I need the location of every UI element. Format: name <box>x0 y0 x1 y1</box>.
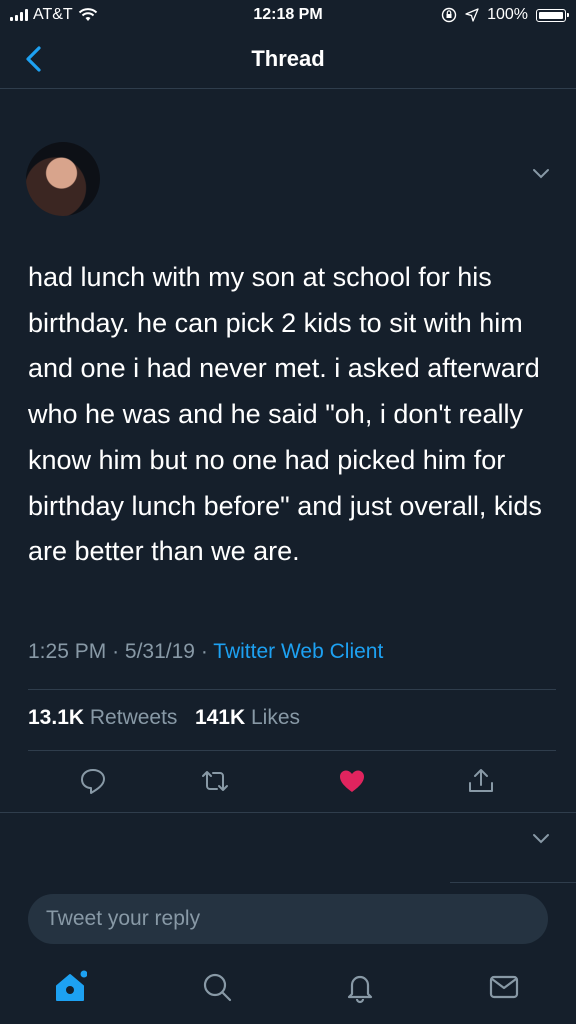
tweet-time: 1:25 PM <box>28 640 107 663</box>
location-icon <box>465 8 479 22</box>
tweet-meta: 1:25 PM · 5/31/19 · Twitter Web Client <box>28 640 383 664</box>
orientation-lock-icon <box>441 7 457 23</box>
reply-icon[interactable] <box>78 766 108 796</box>
tweet-text: had lunch with my son at school for his … <box>28 262 542 567</box>
like-icon[interactable] <box>337 766 367 796</box>
tweet-date: 5/31/19 <box>124 640 195 663</box>
tweet-stats: 13.1K Retweets 141K Likes <box>28 706 300 730</box>
status-right: 100% <box>441 6 569 24</box>
battery-percent: 100% <box>487 6 528 23</box>
share-icon[interactable] <box>466 766 496 796</box>
page-title: Thread <box>251 46 325 71</box>
meta-separator: · <box>112 640 120 663</box>
reply-field[interactable]: Tweet your reply <box>28 894 548 944</box>
chevron-down-icon[interactable] <box>530 830 552 846</box>
home-icon[interactable] <box>53 970 87 1004</box>
divider <box>0 812 576 813</box>
divider <box>450 882 576 883</box>
nav-bar: Thread <box>0 32 576 89</box>
tweet-client-link[interactable]: Twitter Web Client <box>213 640 383 663</box>
likes-stat[interactable]: 141K Likes <box>195 706 300 729</box>
meta-separator: · <box>200 640 208 663</box>
divider <box>28 750 556 751</box>
retweets-stat[interactable]: 13.1K Retweets <box>28 706 177 729</box>
battery-icon <box>536 8 569 22</box>
likes-label: Likes <box>251 706 301 729</box>
avatar[interactable] <box>26 142 100 216</box>
status-bar: AT&T 12:18 PM 100% <box>0 0 576 32</box>
chevron-down-icon[interactable] <box>530 165 552 181</box>
retweets-label: Retweets <box>89 706 178 729</box>
search-icon[interactable] <box>200 970 234 1004</box>
retweets-count: 13.1K <box>28 706 85 729</box>
reply-placeholder: Tweet your reply <box>46 907 201 930</box>
retweet-icon[interactable] <box>200 766 230 796</box>
divider <box>28 689 556 690</box>
likes-count: 141K <box>194 706 246 729</box>
notifications-icon[interactable] <box>343 970 377 1004</box>
messages-icon[interactable] <box>487 970 521 1004</box>
